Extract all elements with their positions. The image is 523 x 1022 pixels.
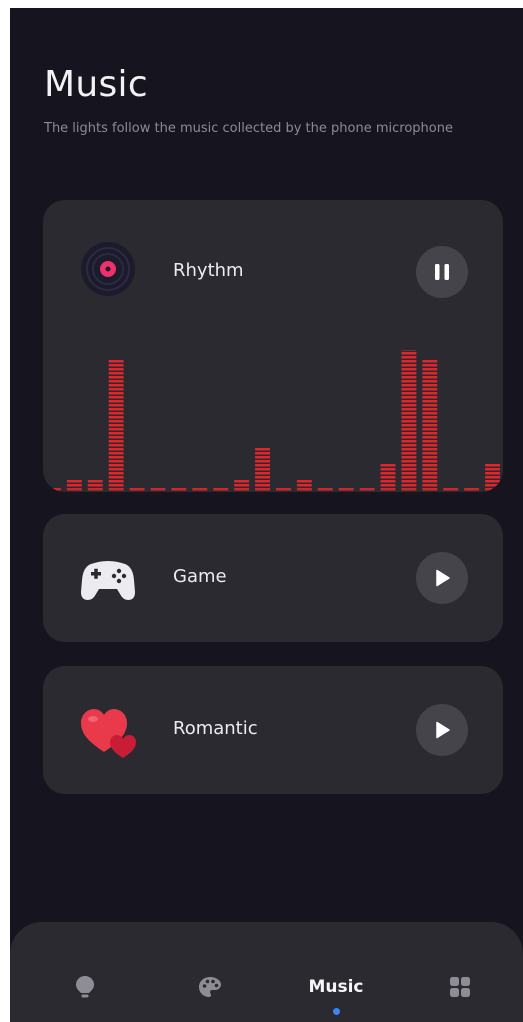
play-icon — [436, 569, 450, 587]
hearts-icon — [81, 709, 136, 758]
eq-bar — [129, 488, 145, 491]
eq-bar — [150, 488, 166, 491]
eq-bar — [87, 480, 103, 491]
palette-icon — [199, 977, 221, 997]
nav-label-music: Music — [308, 977, 364, 997]
eq-bar — [234, 480, 250, 491]
eq-bar — [192, 488, 208, 491]
vinyl-record-icon — [81, 242, 135, 296]
nav-active-indicator — [333, 1008, 340, 1015]
pause-icon — [435, 264, 449, 280]
nav-item-music[interactable]: Music — [300, 972, 372, 1002]
play-icon — [436, 721, 450, 739]
gamepad-icon — [81, 561, 135, 600]
romantic-play-button[interactable] — [416, 704, 468, 756]
eq-bar — [485, 464, 500, 491]
mode-card-game[interactable]: Game — [43, 514, 503, 642]
eq-bar — [296, 480, 312, 491]
mode-label-rhythm: Rhythm — [173, 260, 244, 281]
mode-label-game: Game — [173, 566, 227, 587]
page-title: Music — [44, 64, 148, 105]
page-subtitle: The lights follow the music collected by… — [44, 121, 453, 136]
eq-bar — [213, 488, 229, 491]
eq-bar — [276, 488, 291, 491]
eq-bar — [46, 488, 61, 491]
eq-bar — [443, 488, 459, 491]
eq-bar — [380, 464, 396, 491]
eq-bar — [317, 488, 333, 491]
nav-item-more[interactable] — [440, 972, 480, 1002]
nav-item-palette[interactable] — [190, 972, 230, 1002]
music-screen: Music The lights follow the music collec… — [10, 8, 523, 1022]
mode-card-rhythm[interactable]: Rhythm — [43, 200, 503, 492]
rhythm-pause-button[interactable] — [416, 246, 468, 298]
eq-bar — [66, 480, 82, 491]
mode-card-romantic[interactable]: Romantic — [43, 666, 503, 794]
lightbulb-icon — [76, 976, 94, 998]
eq-bar — [464, 488, 480, 491]
eq-bar — [108, 360, 124, 491]
eq-bar — [401, 350, 417, 491]
nav-item-lights[interactable] — [65, 972, 105, 1002]
game-play-button[interactable] — [416, 552, 468, 604]
bottom-nav: Music — [10, 922, 523, 1022]
eq-bar — [338, 488, 354, 491]
eq-bar — [422, 360, 438, 491]
eq-bar — [359, 488, 375, 491]
eq-bar — [255, 448, 270, 491]
mode-label-romantic: Romantic — [173, 718, 258, 739]
grid-icon — [450, 977, 470, 997]
equalizer-visualizer — [46, 350, 500, 491]
eq-bar — [171, 488, 187, 491]
